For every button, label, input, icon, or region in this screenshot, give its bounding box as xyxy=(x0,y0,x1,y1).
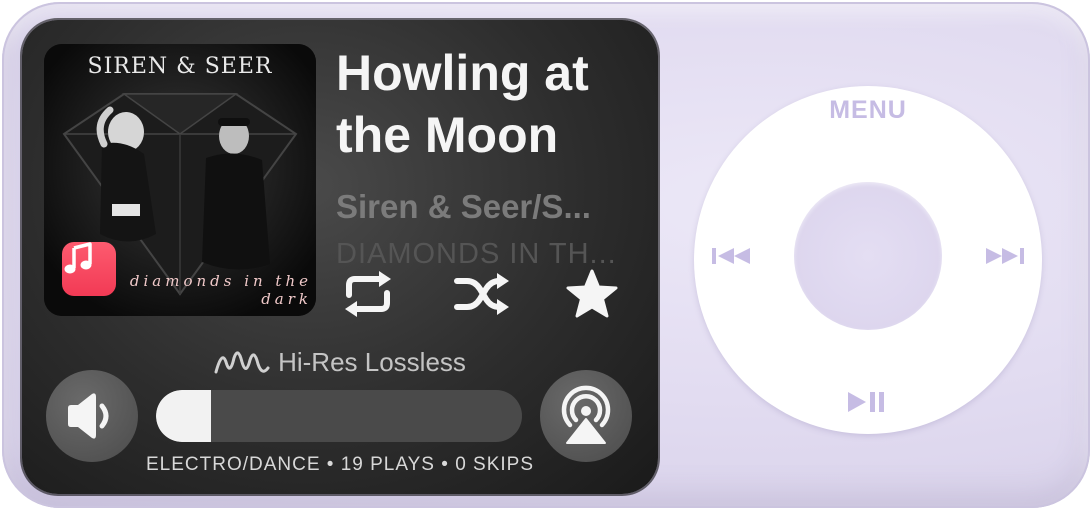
volume-button[interactable] xyxy=(46,370,138,462)
volume-slider[interactable] xyxy=(156,390,522,442)
play-stats: ELECTRO/DANCE • 19 PLAYS • 0 SKIPS xyxy=(145,454,535,475)
favorite-button[interactable] xyxy=(562,266,622,322)
album-artwork[interactable]: SIREN & SEER diamonds in the dark xyxy=(44,44,316,316)
next-track-icon xyxy=(986,248,1024,264)
repeat-button[interactable] xyxy=(338,266,398,322)
play-pause-icon xyxy=(848,392,884,412)
apple-music-icon xyxy=(62,242,116,296)
artwork-band-name: SIREN & SEER xyxy=(87,54,273,79)
audio-quality-badge: Hi-Res Lossless xyxy=(22,346,658,378)
select-button[interactable] xyxy=(794,182,942,330)
speaker-icon xyxy=(68,393,109,439)
volume-slider-fill xyxy=(156,390,211,442)
previous-track-button[interactable] xyxy=(710,244,754,273)
star-icon xyxy=(566,269,618,318)
repeat-icon xyxy=(345,271,391,317)
shuffle-button[interactable] xyxy=(452,266,512,322)
ipod-body: SIREN & SEER diamonds in the dark Howlin… xyxy=(2,2,1090,508)
track-artist: Siren & Seer/S... xyxy=(336,188,591,225)
artwork-album-name: diamonds in the dark xyxy=(129,272,312,308)
lossless-wave-icon xyxy=(214,351,270,374)
shuffle-icon xyxy=(454,273,509,315)
menu-button[interactable]: MENU xyxy=(694,96,1042,125)
track-title: Howling at the Moon xyxy=(336,45,589,163)
now-playing-screen: SIREN & SEER diamonds in the dark Howlin… xyxy=(22,20,658,494)
click-wheel[interactable]: MENU xyxy=(694,86,1042,434)
audio-quality-label: Hi-Res Lossless xyxy=(278,346,466,377)
airplay-icon xyxy=(561,385,611,444)
airplay-button[interactable] xyxy=(540,370,632,462)
play-pause-button[interactable] xyxy=(846,390,890,419)
previous-track-icon xyxy=(712,248,750,264)
next-track-button[interactable] xyxy=(982,244,1026,273)
